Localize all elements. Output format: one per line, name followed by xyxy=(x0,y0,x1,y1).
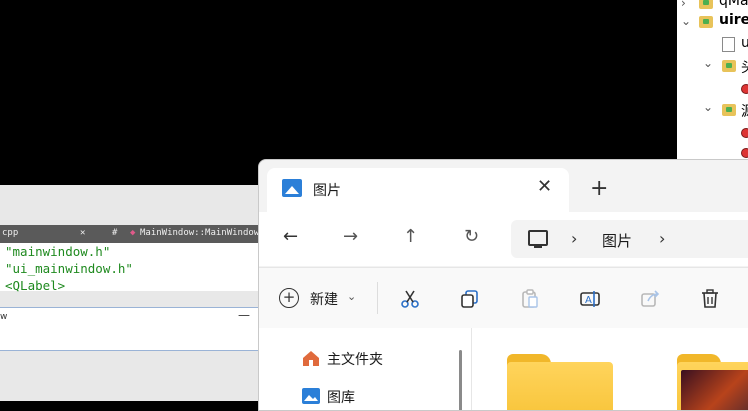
new-button-label: 新建 xyxy=(310,292,338,308)
share-icon[interactable] xyxy=(639,288,661,310)
svg-text:A: A xyxy=(585,295,592,306)
pane-label: w xyxy=(0,312,8,322)
tree-item-headers[interactable]: 头 xyxy=(741,57,748,77)
qt-project-icon xyxy=(699,16,713,28)
scrollbar[interactable] xyxy=(459,350,462,410)
breadcrumb-pictures[interactable]: 图片 xyxy=(602,230,632,251)
file-list xyxy=(471,328,748,410)
forward-icon[interactable]: → xyxy=(343,228,358,246)
tab-title: 图片 xyxy=(313,183,341,199)
sidebar-item-label: 图库 xyxy=(327,390,355,406)
symbol-selector[interactable]: MainWindow::MainWindow xyxy=(140,228,258,238)
navigation-bar: ← → ↑ ↻ › 图片 › xyxy=(259,212,748,266)
source-file-icon[interactable] xyxy=(741,128,748,138)
sidebar-item-label: 主文件夹 xyxy=(327,352,383,368)
back-icon[interactable]: ← xyxy=(283,228,298,246)
code-line: "mainwindow.h" xyxy=(5,244,111,259)
editor-tab-bar: cpp ✕ # ◆ MainWindow::MainWindow xyxy=(0,225,258,243)
folder-with-thumbnail-icon[interactable] xyxy=(677,354,748,410)
cut-icon[interactable] xyxy=(399,288,421,310)
tree-item-uire[interactable]: uire xyxy=(719,12,748,28)
gallery-icon xyxy=(301,387,321,405)
explorer-tab[interactable]: 图片 ✕ xyxy=(267,168,569,212)
qt-project-icon xyxy=(699,0,713,9)
address-bar[interactable]: › 图片 › xyxy=(511,220,748,258)
chevron-down-icon[interactable]: ⌄ xyxy=(681,14,691,28)
toolbar-divider xyxy=(377,282,378,314)
minimize-icon[interactable]: — xyxy=(238,308,250,322)
copy-icon[interactable] xyxy=(459,288,481,310)
symbol-icon: ◆ xyxy=(130,228,136,238)
add-icon: + xyxy=(279,288,299,308)
project-tree: › qMa ⌄ uire u ⌄ 头 ⌄ 源 xyxy=(677,0,748,160)
home-icon xyxy=(301,349,321,367)
pictures-icon xyxy=(282,179,302,197)
up-icon[interactable]: ↑ xyxy=(403,228,418,246)
hash-label: # xyxy=(112,228,118,238)
code-line: <QLabel> xyxy=(5,278,66,293)
folder-icon[interactable] xyxy=(507,354,613,410)
chevron-down-icon: ⌄ xyxy=(347,290,357,303)
source-folder-icon xyxy=(722,104,736,116)
code-area[interactable]: "mainwindow.h" "ui_mainwindow.h" <QLabel… xyxy=(0,243,258,293)
close-icon[interactable]: ✕ xyxy=(537,178,552,196)
tree-item-sources[interactable]: 源 xyxy=(741,101,748,121)
chevron-down-icon[interactable]: ⌄ xyxy=(703,56,713,70)
source-file-icon[interactable] xyxy=(741,148,748,158)
close-icon[interactable]: ✕ xyxy=(80,228,85,238)
chevron-right-icon[interactable]: › xyxy=(681,0,686,10)
new-tab-icon[interactable]: + xyxy=(590,178,608,200)
code-editor: cpp ✕ # ◆ MainWindow::MainWindow "mainwi… xyxy=(0,185,258,401)
chevron-right-icon[interactable]: › xyxy=(659,229,665,248)
rename-icon[interactable]: A xyxy=(579,288,601,310)
tree-item-u[interactable]: u xyxy=(741,35,748,51)
this-pc-icon xyxy=(528,230,548,248)
output-pane: w — xyxy=(0,307,258,351)
header-folder-icon xyxy=(722,60,736,72)
chevron-right-icon[interactable]: › xyxy=(571,229,577,248)
refresh-icon[interactable]: ↻ xyxy=(464,228,479,246)
navigation-pane: 主文件夹 图库 xyxy=(259,328,471,410)
command-bar: + 新建 ⌄ A xyxy=(259,267,748,329)
file-tab[interactable]: cpp xyxy=(2,228,18,238)
tree-item-qma[interactable]: qMa xyxy=(719,0,748,9)
chevron-down-icon[interactable]: ⌄ xyxy=(703,100,713,114)
delete-icon[interactable] xyxy=(699,288,721,310)
file-explorer-window: 图片 ✕ + ← → ↑ ↻ › 图片 › + 新建 ⌄ A 主文件夹 图库 xyxy=(258,159,748,411)
header-file-icon[interactable] xyxy=(741,84,748,94)
pro-file-icon xyxy=(722,37,735,52)
thumbnail-image xyxy=(681,370,748,410)
paste-icon[interactable] xyxy=(519,288,541,310)
code-line: "ui_mainwindow.h" xyxy=(5,261,133,276)
